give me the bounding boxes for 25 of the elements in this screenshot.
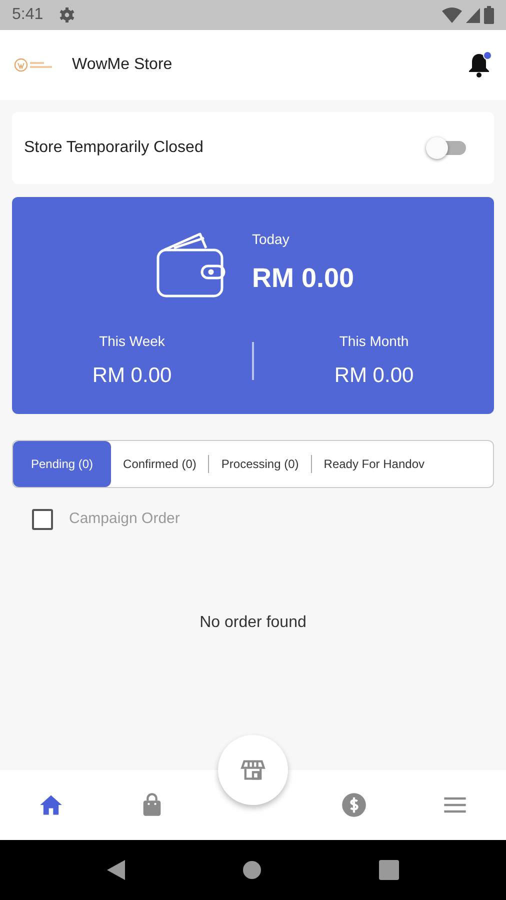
store-closed-label: Store Temporarily Closed <box>24 138 204 158</box>
order-tab[interactable]: Confirmed (0) <box>111 441 208 487</box>
period-amount: RM 0.00 <box>334 363 414 389</box>
order-tab[interactable]: Ready For Handov <box>312 441 436 487</box>
order-tab[interactable]: Pending (0) <box>13 441 112 487</box>
period-label: This Month <box>339 332 409 351</box>
store-fab-button[interactable] <box>218 735 288 805</box>
settings-icon <box>59 7 76 23</box>
home-button-icon[interactable] <box>243 861 261 879</box>
empty-message: No order found <box>200 614 306 630</box>
status-time: 5:41 <box>12 5 44 25</box>
campaign-order-label: Campaign Order <box>69 509 180 529</box>
store-name: WowMe Store <box>72 55 172 75</box>
period-label: This Week <box>99 332 165 351</box>
period-amount: RM 0.00 <box>92 363 172 389</box>
today-label: Today <box>252 230 290 250</box>
battery-icon <box>484 6 494 24</box>
signal-icon <box>466 7 480 23</box>
order-tab[interactable]: Processing (0) <box>209 441 311 487</box>
dollar-coin-icon <box>341 792 368 818</box>
today-amount: RM 0.00 <box>252 262 354 296</box>
campaign-order-checkbox[interactable] <box>32 508 53 530</box>
notification-button[interactable] <box>466 51 492 79</box>
back-icon[interactable] <box>107 860 125 880</box>
wifi-icon <box>442 7 462 23</box>
